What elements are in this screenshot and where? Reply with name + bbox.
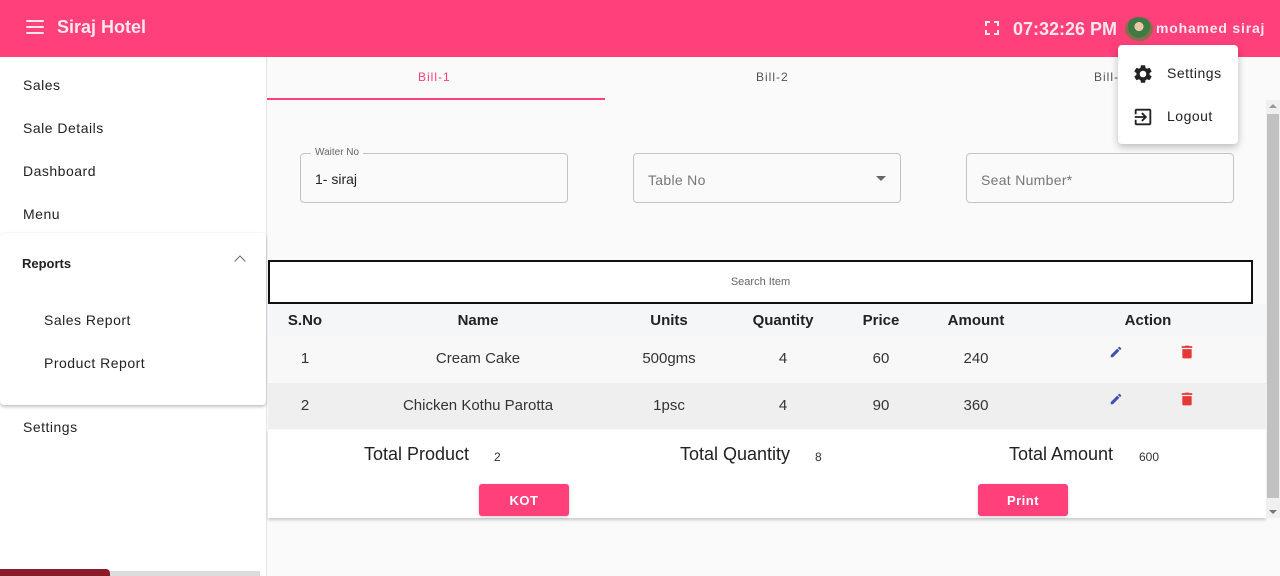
seat-number-field[interactable]: Seat Number* [966, 153, 1234, 203]
search-item-input[interactable]: Search Item [268, 260, 1253, 304]
horizontal-scrollbar[interactable] [110, 571, 260, 576]
total-amount-label: Total Amount [1009, 444, 1114, 464]
waiter-no-value: 1- siraj [315, 171, 358, 187]
sidebar-item-sale-details[interactable]: Sale Details [23, 120, 104, 136]
gear-icon [1134, 65, 1152, 83]
table-no-placeholder: Table No [648, 172, 706, 188]
sidebar-item-reports[interactable]: Reports [22, 256, 71, 271]
cell-sno: 2 [300, 397, 310, 414]
menu-item-settings[interactable]: Settings [1118, 53, 1238, 93]
total-quantity-value: 8 [815, 450, 822, 464]
status-bar-tooltip [0, 569, 110, 576]
tab-bill-1[interactable]: Bill-1 [418, 70, 451, 84]
active-tab-indicator [267, 98, 605, 100]
menu-item-settings-label: Settings [1167, 65, 1222, 81]
scrollbar-thumb[interactable] [1267, 114, 1279, 498]
reports-expansion-panel: Reports Sales Report Product Report [0, 233, 266, 405]
edit-icon[interactable] [1109, 392, 1123, 406]
waiter-no-field[interactable]: Waiter No 1- siraj [300, 147, 568, 203]
print-button[interactable]: Print [978, 484, 1068, 516]
hamburger-menu-icon[interactable] [26, 20, 44, 34]
edit-icon[interactable] [1109, 345, 1123, 359]
sidebar-item-sales[interactable]: Sales [23, 77, 61, 93]
cell-price: 60 [872, 350, 890, 367]
vertical-scrollbar[interactable] [1266, 100, 1280, 518]
sidebar-item-dashboard[interactable]: Dashboard [23, 163, 96, 179]
clock: 07:32:26 PM [1013, 19, 1118, 39]
cell-name: Cream Cake [435, 350, 521, 367]
table-row: 1 Cream Cake 500gms 4 60 240 [268, 336, 1266, 382]
cell-name: Chicken Kothu Parotta [402, 397, 554, 414]
scroll-up-arrow-icon[interactable] [1269, 104, 1277, 108]
sidebar-item-menu[interactable]: Menu [23, 206, 60, 222]
app-title: Siraj Hotel [57, 17, 147, 37]
column-header-action: Action [1124, 312, 1172, 329]
kot-button[interactable]: KOT [479, 484, 569, 516]
cell-amount: 240 [963, 350, 989, 367]
scroll-down-arrow-icon[interactable] [1269, 510, 1277, 514]
tab-bill-2[interactable]: Bill-2 [756, 70, 789, 84]
menu-item-logout[interactable]: Logout [1118, 96, 1238, 136]
cell-price: 90 [872, 397, 890, 414]
cell-quantity: 4 [778, 397, 788, 414]
chevron-up-icon[interactable] [234, 255, 246, 267]
sidebar: Sales Sale Details Dashboard Menu Report… [0, 57, 267, 576]
column-header-sno: S.No [287, 312, 323, 329]
totals-card: Total Product 2 Total Quantity 8 Total A… [268, 430, 1266, 518]
menu-item-logout-label: Logout [1167, 108, 1213, 124]
sidebar-item-sales-report[interactable]: Sales Report [44, 312, 131, 328]
seat-number-placeholder: Seat Number* [981, 172, 1073, 188]
top-app-bar: Siraj Hotel 07:32:26 PM mohamed siraj [0, 0, 1280, 57]
user-name[interactable]: mohamed siraj [1156, 20, 1265, 36]
cell-units: 1psc [653, 397, 685, 414]
column-header-price: Price [862, 312, 900, 329]
column-header-amount: Amount [947, 312, 1005, 329]
total-amount-value: 600 [1139, 450, 1160, 464]
column-header-name: Name [457, 312, 499, 329]
delete-icon[interactable] [1181, 392, 1193, 406]
total-product-value: 2 [494, 450, 501, 464]
logout-icon [1134, 108, 1152, 126]
cell-units: 500gms [642, 350, 696, 367]
sidebar-item-product-report[interactable]: Product Report [44, 355, 145, 371]
cell-sno: 1 [300, 350, 310, 367]
waiter-no-label: Waiter No [311, 147, 364, 158]
column-header-quantity: Quantity [752, 312, 814, 329]
delete-icon[interactable] [1181, 345, 1193, 359]
table-row: 2 Chicken Kothu Parotta 1psc 4 90 360 [268, 383, 1266, 429]
table-header: S.No Name Units Quantity Price Amount Ac… [268, 304, 1266, 336]
user-avatar[interactable] [1125, 17, 1153, 41]
sidebar-item-settings[interactable]: Settings [23, 419, 78, 435]
cell-quantity: 4 [778, 350, 788, 367]
fullscreen-icon[interactable] [985, 21, 999, 35]
table-no-select[interactable]: Table No [633, 153, 901, 203]
cell-amount: 360 [963, 397, 989, 414]
total-quantity-label: Total Quantity [680, 444, 791, 464]
user-menu-dropdown: Settings Logout [1118, 45, 1238, 144]
dropdown-arrow-icon [876, 176, 886, 181]
column-header-units: Units [650, 312, 688, 329]
total-product-label: Total Product [364, 444, 470, 464]
